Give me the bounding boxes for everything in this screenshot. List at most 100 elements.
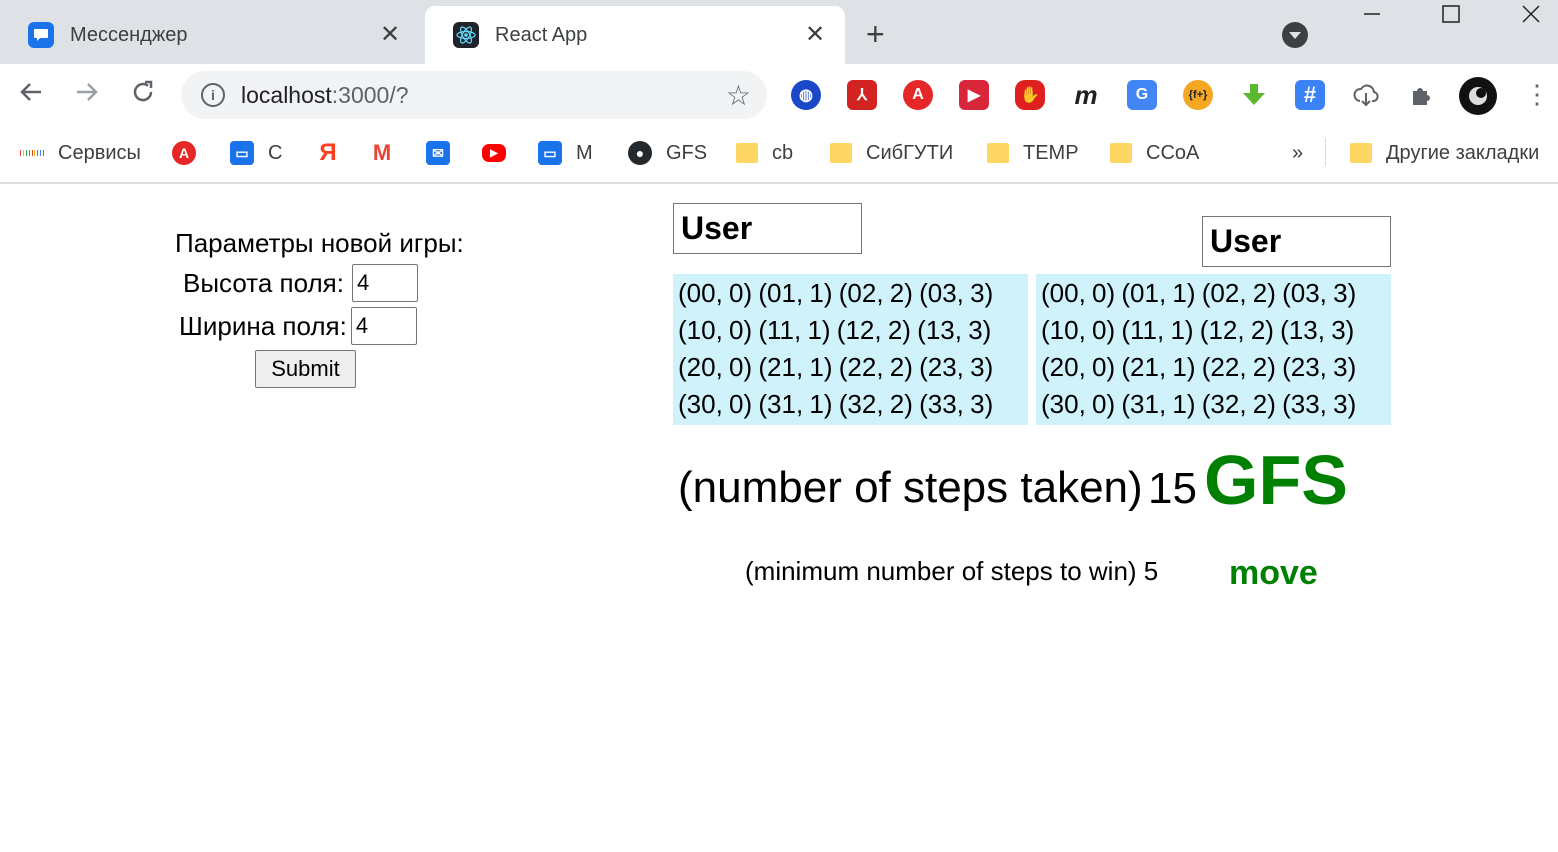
bookmarks-overflow-icon[interactable]: » — [1292, 138, 1303, 168]
download-icon[interactable] — [1239, 80, 1269, 110]
close-tab-icon[interactable]: ✕ — [803, 23, 827, 47]
maximize-icon[interactable] — [1441, 4, 1461, 30]
bookmark-m[interactable]: ▭ М — [538, 138, 593, 168]
bookmark-youtube[interactable]: ▶ — [482, 138, 520, 168]
bookmark-label: СибГУТИ — [866, 141, 954, 164]
new-tab-icon[interactable]: + — [866, 18, 885, 50]
tab-title: React App — [495, 23, 588, 46]
m-extension-icon[interactable]: m — [1071, 80, 1101, 110]
translate-icon: A — [172, 141, 196, 165]
tab-strip: Мессенджер ✕ React App ✕ + — [0, 0, 1558, 64]
apps-grid-icon — [20, 141, 45, 165]
youtube-icon: ▶ — [482, 144, 506, 162]
bookmark-folder-ccoa[interactable]: CCoA — [1110, 138, 1199, 168]
site-info-icon[interactable]: i — [201, 83, 225, 107]
bookmark-gmail[interactable]: M — [370, 138, 408, 168]
width-label: Ширина поля: — [179, 310, 347, 341]
bookmarks-separator — [1325, 138, 1326, 166]
close-tab-icon[interactable]: ✕ — [378, 23, 402, 47]
address-bar[interactable]: i localhost:3000/? ☆ — [181, 71, 767, 119]
player-name-left[interactable]: User — [673, 203, 862, 254]
bookmark-services[interactable]: Сервисы — [20, 138, 141, 168]
video-speed-icon[interactable]: ▶ — [959, 80, 989, 110]
board-row[interactable]: (20, 0) (21, 1) (22, 2) (23, 3) — [1041, 352, 1356, 383]
messenger-icon — [28, 22, 54, 48]
width-input[interactable] — [350, 307, 417, 345]
player-name-right[interactable]: User — [1202, 216, 1391, 267]
steps-taken-label: (number of steps taken) — [678, 463, 1143, 512]
board-row[interactable]: (20, 0) (21, 1) (22, 2) (23, 3) — [678, 352, 993, 383]
board-row[interactable]: (00, 0) (01, 1) (02, 2) (03, 3) — [678, 278, 993, 309]
bookmark-other[interactable]: Другие закладки — [1350, 138, 1539, 168]
folder-icon — [830, 143, 852, 163]
move-button[interactable]: move — [1229, 554, 1318, 593]
height-input[interactable] — [351, 264, 418, 302]
height-label: Высота поля: — [183, 267, 344, 298]
bookmark-label: GFS — [666, 141, 708, 164]
bookmark-mail[interactable]: ✉ — [426, 138, 464, 168]
folder-icon — [1110, 143, 1132, 163]
bookmark-s[interactable]: ▭ С — [230, 138, 282, 168]
bookmark-label: Другие закладки — [1386, 141, 1540, 164]
board-row[interactable]: (30, 0) (31, 1) (32, 2) (33, 3) — [1041, 389, 1356, 420]
forward-icon[interactable] — [70, 78, 104, 112]
browser-toolbar: i localhost:3000/? ☆ ◍ ⅄ A ▶ ✋ m G {f+} … — [0, 64, 1558, 126]
tab-messenger[interactable]: Мессенджер ✕ — [0, 6, 420, 64]
messenger-icon: ▭ — [230, 141, 254, 165]
bookmark-folder-cb[interactable]: cb — [736, 138, 793, 168]
folder-icon — [987, 143, 1009, 163]
board-row[interactable]: (30, 0) (31, 1) (32, 2) (33, 3) — [678, 389, 993, 420]
adblock-icon[interactable]: ✋ — [1015, 80, 1045, 110]
bookmark-star-icon[interactable]: ☆ — [726, 79, 751, 112]
steps-taken-value: 15 — [1148, 464, 1197, 513]
folder-icon — [1350, 143, 1372, 163]
bookmark-label: TEMP — [1023, 141, 1079, 164]
google-translate-icon[interactable]: G — [1127, 80, 1157, 110]
board-row[interactable]: (10, 0) (11, 1) (12, 2) (13, 3) — [678, 315, 991, 346]
submit-button[interactable]: Submit — [255, 350, 356, 388]
width-row: Ширина поля: — [179, 307, 417, 345]
close-window-icon[interactable] — [1521, 4, 1541, 30]
messenger-icon: ▭ — [538, 141, 562, 165]
bookmark-label: cb — [772, 141, 794, 164]
bookmark-label: Сервисы — [58, 141, 141, 164]
cloud-download-icon[interactable] — [1351, 80, 1381, 110]
reload-icon[interactable] — [126, 78, 160, 112]
hashtag-icon[interactable]: # — [1295, 80, 1325, 110]
vpn-globe-icon[interactable]: ◍ — [791, 80, 821, 110]
extensions-puzzle-icon[interactable] — [1407, 80, 1437, 110]
minimize-icon[interactable] — [1362, 4, 1382, 30]
bookmark-label: С — [268, 141, 283, 164]
board-row[interactable]: (00, 0) (01, 1) (02, 2) (03, 3) — [1041, 278, 1356, 309]
gmail-icon: M — [372, 140, 392, 165]
form-title: Параметры новой игры: — [175, 228, 464, 258]
menu-kebab-icon[interactable]: ⋮ — [1524, 80, 1550, 108]
bookmark-folder-sibguti[interactable]: СибГУТИ — [830, 138, 953, 168]
bookmark-folder-temp[interactable]: TEMP — [987, 138, 1079, 168]
tab-title: Мессенджер — [70, 23, 188, 46]
board-row[interactable]: (10, 0) (11, 1) (12, 2) (13, 3) — [1041, 315, 1354, 346]
tab-search-icon[interactable] — [1282, 22, 1308, 48]
formula-icon[interactable]: {f+} — [1183, 80, 1213, 110]
bookmark-label: CCoA — [1146, 141, 1200, 164]
folder-icon — [736, 143, 758, 163]
tab-react-app[interactable]: React App ✕ — [425, 6, 845, 64]
back-icon[interactable] — [14, 78, 48, 112]
height-row: Высота поля: — [183, 264, 418, 302]
profile-avatar[interactable] — [1459, 77, 1497, 115]
bookmark-translate[interactable]: A — [172, 138, 210, 168]
bookmark-gfs[interactable]: ● GFS — [628, 138, 707, 168]
pdf-icon[interactable]: ⅄ — [847, 80, 877, 110]
mail-icon: ✉ — [426, 141, 450, 165]
game-board-right: (00, 0) (01, 1) (02, 2) (03, 3) (10, 0) … — [1036, 274, 1391, 425]
min-steps-label: (minimum number of steps to win) 5 — [745, 556, 1159, 586]
github-icon: ● — [628, 141, 652, 165]
bookmark-yandex[interactable]: Я — [316, 138, 354, 168]
yandex-icon: Я — [319, 139, 337, 166]
game-board-left: (00, 0) (01, 1) (02, 2) (03, 3) (10, 0) … — [673, 274, 1028, 425]
algorithm-title: GFS — [1204, 441, 1348, 519]
translate-icon[interactable]: A — [903, 80, 933, 110]
react-icon — [453, 22, 479, 48]
bookmark-label: М — [576, 141, 593, 164]
address-url[interactable]: localhost:3000/? — [241, 82, 726, 109]
